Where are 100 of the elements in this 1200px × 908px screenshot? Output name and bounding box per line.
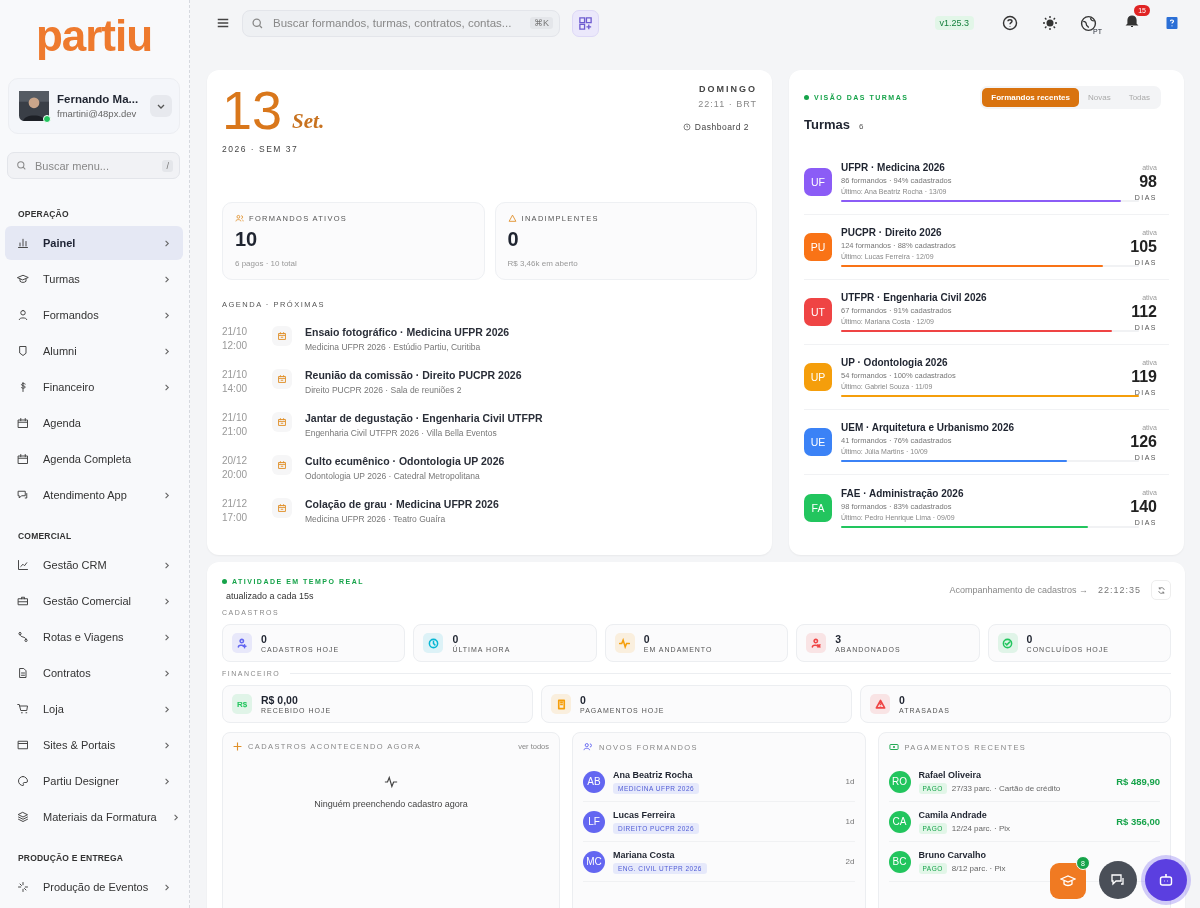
stat-value: 0 xyxy=(507,228,520,251)
event-detail: Medicina UFPR 2026 · Teatro Guaíra xyxy=(305,514,447,524)
time-label: 22:12:35 xyxy=(1097,585,1141,595)
briefcase-icon xyxy=(17,595,29,607)
chevron-icon xyxy=(162,382,171,392)
robot-icon xyxy=(1158,872,1174,888)
menu-search-field[interactable]: Buscar menu... / xyxy=(7,152,180,179)
event-title[interactable]: Culto ecumênico · Odontologia UP 2026 xyxy=(305,455,505,467)
event-title[interactable]: Jantar de degustação · Engenharia Civil UTFPR xyxy=(305,412,543,424)
tracking-link[interactable]: Acompanhamento de cadastros → xyxy=(949,585,1088,595)
turma-name[interactable]: UFPR · Medicina 2026 xyxy=(841,162,1108,173)
days-count: 98 xyxy=(1139,172,1157,191)
metric-value: R$ 0,00 xyxy=(261,694,299,706)
chevron-icon xyxy=(162,310,171,320)
turma-name[interactable]: UP · Odontologia 2026 xyxy=(841,357,1108,368)
sidebar-item[interactable]: Contratos xyxy=(5,656,183,690)
user-card[interactable]: Fernando Ma... fmartini@48px.dev xyxy=(8,78,180,134)
sidebar-item[interactable]: Alumni xyxy=(5,334,183,368)
person-name[interactable]: Mariana Costa xyxy=(613,849,675,860)
search-field[interactable]: Buscar formandos, turmas, contratos, contas... ⌘K xyxy=(242,9,560,37)
palette-icon xyxy=(17,775,29,787)
initials-avatar: BC xyxy=(888,850,911,873)
sidebar-item[interactable]: Partiu Designer xyxy=(5,764,183,798)
user-email: fmartini@48px.dev xyxy=(57,108,138,120)
sidebar-item[interactable]: Agenda xyxy=(5,406,183,440)
event-date: 21/10 xyxy=(222,412,249,423)
sidebar-item[interactable]: Produção de Eventos xyxy=(5,870,183,904)
sun-icon[interactable] xyxy=(1042,15,1059,31)
initials-avatar: MC xyxy=(583,850,605,873)
sidebar-item[interactable]: Formandos xyxy=(5,298,183,332)
payment-detail: 27/33 parc. · Cartão de crédito xyxy=(951,783,1061,793)
person-name[interactable]: Bruno Carvalho xyxy=(918,849,986,860)
time-label: 22:11 · BRT xyxy=(698,99,757,109)
person-name[interactable]: Rafael Oliveira xyxy=(918,769,982,780)
user-name: Fernando Ma... xyxy=(57,92,140,106)
sidebar-item[interactable]: Atendimento App xyxy=(5,478,183,512)
payment-detail: 8/12 parc. · Pix xyxy=(951,863,1006,873)
sidebar-item[interactable]: Sites & Portais xyxy=(5,728,183,762)
chat-icon xyxy=(17,489,29,501)
sidebar-item[interactable]: Gestão Comercial xyxy=(5,584,183,618)
dashboard-link[interactable]: Dashboard 2 xyxy=(682,122,749,132)
search-input[interactable]: Buscar menu... xyxy=(33,158,157,173)
empty-message: Ninguém preenchendo cadastro agora xyxy=(314,799,468,809)
pulse-icon xyxy=(384,775,398,789)
metric-value: 0 xyxy=(643,633,651,645)
turma-name[interactable]: FAE · Administração 2026 xyxy=(841,487,1108,499)
shortcut-key: / xyxy=(162,159,173,172)
days-count: 140 xyxy=(1130,498,1157,516)
chevron-icon xyxy=(162,882,172,892)
event-detail: Odontologia UP 2026 · Catedral Metropolitana xyxy=(305,471,481,481)
person-name[interactable]: Camila Andrade xyxy=(918,809,987,820)
turma-name[interactable]: UEM · Arquitetura e Urbanismo 2026 xyxy=(841,422,1108,433)
version-badge: v1.25.3 xyxy=(934,16,975,30)
initials-avatar: UP xyxy=(804,363,832,391)
days-count: 105 xyxy=(1130,237,1157,256)
currency-label: R$ xyxy=(236,699,248,709)
help-icon[interactable] xyxy=(1002,15,1019,31)
mortarboard-icon xyxy=(1060,873,1076,889)
person-name[interactable]: Lucas Ferreira xyxy=(613,809,676,820)
sidebar-item[interactable]: Materiais da Formatura xyxy=(5,800,183,834)
chevron-icon xyxy=(162,632,171,642)
search-input[interactable]: Buscar formandos, turmas, contratos, contas... xyxy=(271,16,523,30)
section-title: COMERCIAL xyxy=(17,530,73,543)
person-name[interactable]: Ana Beatriz Rocha xyxy=(613,769,693,780)
money-icon xyxy=(888,742,899,752)
event-title[interactable]: Colação de grau · Medicina UFPR 2026 xyxy=(305,498,499,510)
metric-value: 0 xyxy=(1026,633,1034,645)
menu-icon[interactable] xyxy=(216,16,230,30)
sidebar-item[interactable]: Loja xyxy=(5,692,183,726)
warning-icon xyxy=(507,214,517,223)
event-title[interactable]: Ensaio fotográfico · Medicina UFPR 2026 xyxy=(305,326,510,338)
calendar-icon xyxy=(17,417,29,429)
event-title[interactable]: Reunião da comissão · Direito PUCPR 2026 xyxy=(305,369,522,381)
chevron-icon xyxy=(162,740,171,750)
event-time: 21:00 xyxy=(222,426,249,437)
badge-icon xyxy=(17,345,29,357)
people-icon xyxy=(235,214,244,223)
sparkle-icon xyxy=(17,881,29,893)
calendar-icon xyxy=(272,369,292,389)
help-book-icon[interactable] xyxy=(1164,15,1180,31)
turma-name[interactable]: UTFPR · Engenharia Civil 2026 xyxy=(841,292,1108,303)
stat-note: R$ 3,46k em aberto xyxy=(507,259,579,268)
bell-icon[interactable] xyxy=(1124,13,1140,29)
sidebar-item[interactable]: Turmas xyxy=(5,262,183,296)
initials-avatar: FA xyxy=(804,493,832,522)
chevron-icon xyxy=(162,238,171,248)
initials-avatar: UT xyxy=(804,298,832,326)
sidebar-item[interactable]: Financeiro xyxy=(5,370,183,404)
turma-name[interactable]: PUCPR · Direito 2026 xyxy=(841,227,1108,238)
sidebar-item[interactable]: Gestão CRM xyxy=(5,548,183,582)
sidebar-item[interactable]: Agenda Completa xyxy=(5,442,183,476)
mortarboard-button[interactable] xyxy=(1050,863,1086,899)
calendar-icon xyxy=(272,498,292,518)
chart-icon xyxy=(17,559,29,571)
chevron-icon xyxy=(162,596,171,606)
apps-button[interactable] xyxy=(572,9,599,37)
sidebar-item[interactable]: Rotas e Viagens xyxy=(5,620,183,654)
grid-icon xyxy=(578,15,593,31)
sidebar-item[interactable]: Painel xyxy=(5,226,183,260)
payment-amount: R$ 489,90 xyxy=(1116,776,1160,787)
